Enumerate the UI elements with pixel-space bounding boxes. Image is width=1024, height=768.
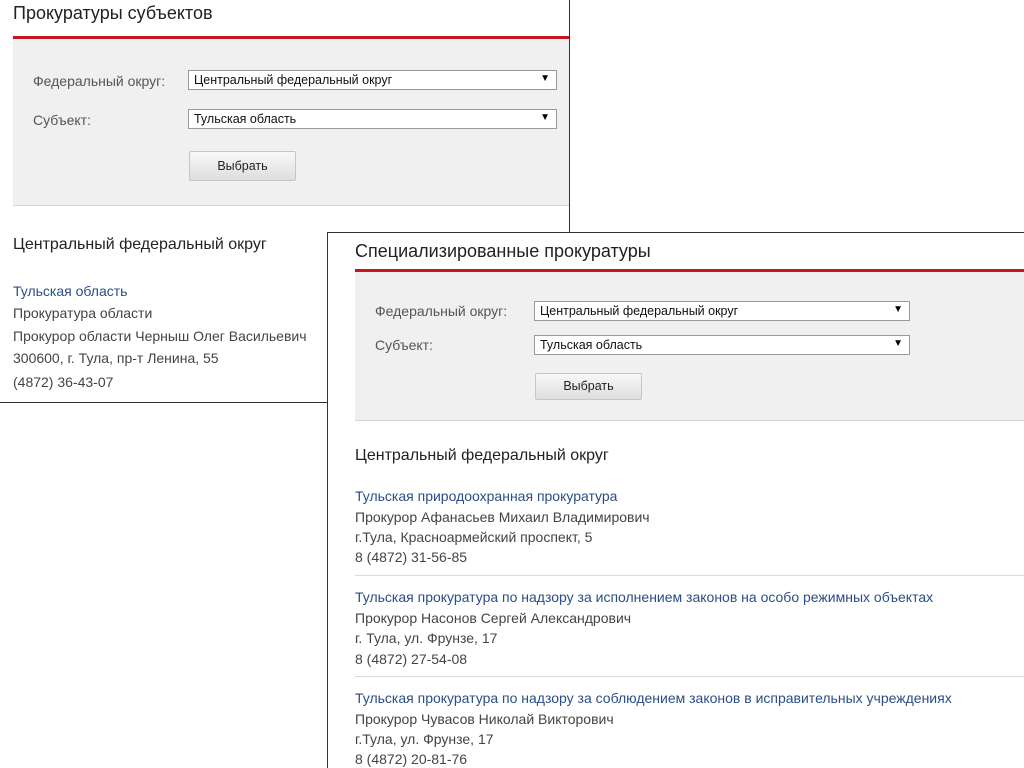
entry-head: Прокурор Чувасов Николай Викторович <box>355 711 614 727</box>
panel-title: Прокуратуры субъектов <box>13 3 213 23</box>
dropdown-arrow-icon: ▼ <box>540 112 550 123</box>
subject-label: Субъект: <box>33 112 91 128</box>
entry-name-link[interactable]: Тульская область <box>13 283 127 299</box>
district-select-value: Центральный федеральный округ <box>540 304 739 318</box>
entry-name-link[interactable]: Тульская прокуратура по надзору за соблю… <box>355 690 952 706</box>
entry-type: Прокуратура области <box>13 305 153 321</box>
district-select-value: Центральный федеральный округ <box>194 73 393 87</box>
entry-phone: 8 (4872) 31-56-85 <box>355 549 468 565</box>
district-select[interactable]: Центральный федеральный округ ▼ <box>188 70 557 90</box>
entry-phone: 8 (4872) 20-81-76 <box>355 751 468 767</box>
section-heading: Центральный федеральный округ <box>13 236 267 253</box>
entry-head: Прокурор Афанасьев Михаил Владимирович <box>355 509 650 525</box>
district-label: Федеральный округ: <box>375 303 508 319</box>
entry-name-link[interactable]: Тульская прокуратура по надзору за испол… <box>355 589 933 605</box>
specialized-prosecutors-panel: Специализированные прокуратуры Федеральн… <box>327 232 1024 768</box>
select-button[interactable]: Выбрать <box>189 151 296 181</box>
subject-label: Субъект: <box>375 337 433 353</box>
panel-title: Специализированные прокуратуры <box>355 241 651 261</box>
district-select[interactable]: Центральный федеральный округ ▼ <box>534 301 910 321</box>
entry-address: 300600, г. Тула, пр-т Ленина, 55 <box>13 350 219 366</box>
entry-divider <box>355 676 1024 677</box>
entry-address: г.Тула, ул. Фрунзе, 17 <box>355 731 494 747</box>
section-heading: Центральный федеральный округ <box>355 447 609 464</box>
select-button[interactable]: Выбрать <box>535 373 642 400</box>
entry-head: Прокурор области Черныш Олег Васильевич <box>13 328 307 344</box>
entry-address: г.Тула, Красноармейский проспект, 5 <box>355 529 593 545</box>
filter-form: Федеральный округ: Центральный федеральн… <box>13 39 569 206</box>
entry-address: г. Тула, ул. Фрунзе, 17 <box>355 630 498 646</box>
district-label: Федеральный округ: <box>33 73 166 89</box>
entry-name-link[interactable]: Тульская природоохранная прокуратура <box>355 488 617 504</box>
entry-phone: 8 (4872) 27-54-08 <box>355 651 468 667</box>
dropdown-arrow-icon: ▼ <box>893 338 903 349</box>
subject-select-value: Тульская область <box>540 338 643 352</box>
entry-divider <box>355 575 1024 576</box>
subject-select[interactable]: Тульская область ▼ <box>534 335 910 355</box>
dropdown-arrow-icon: ▼ <box>540 73 550 84</box>
dropdown-arrow-icon: ▼ <box>893 304 903 315</box>
subject-select[interactable]: Тульская область ▼ <box>188 109 557 129</box>
entry-head: Прокурор Насонов Сергей Александрович <box>355 610 632 626</box>
subject-select-value: Тульская область <box>194 112 297 126</box>
filter-form: Федеральный округ: Центральный федеральн… <box>355 272 1024 421</box>
entry-phone: (4872) 36-43-07 <box>13 374 114 390</box>
